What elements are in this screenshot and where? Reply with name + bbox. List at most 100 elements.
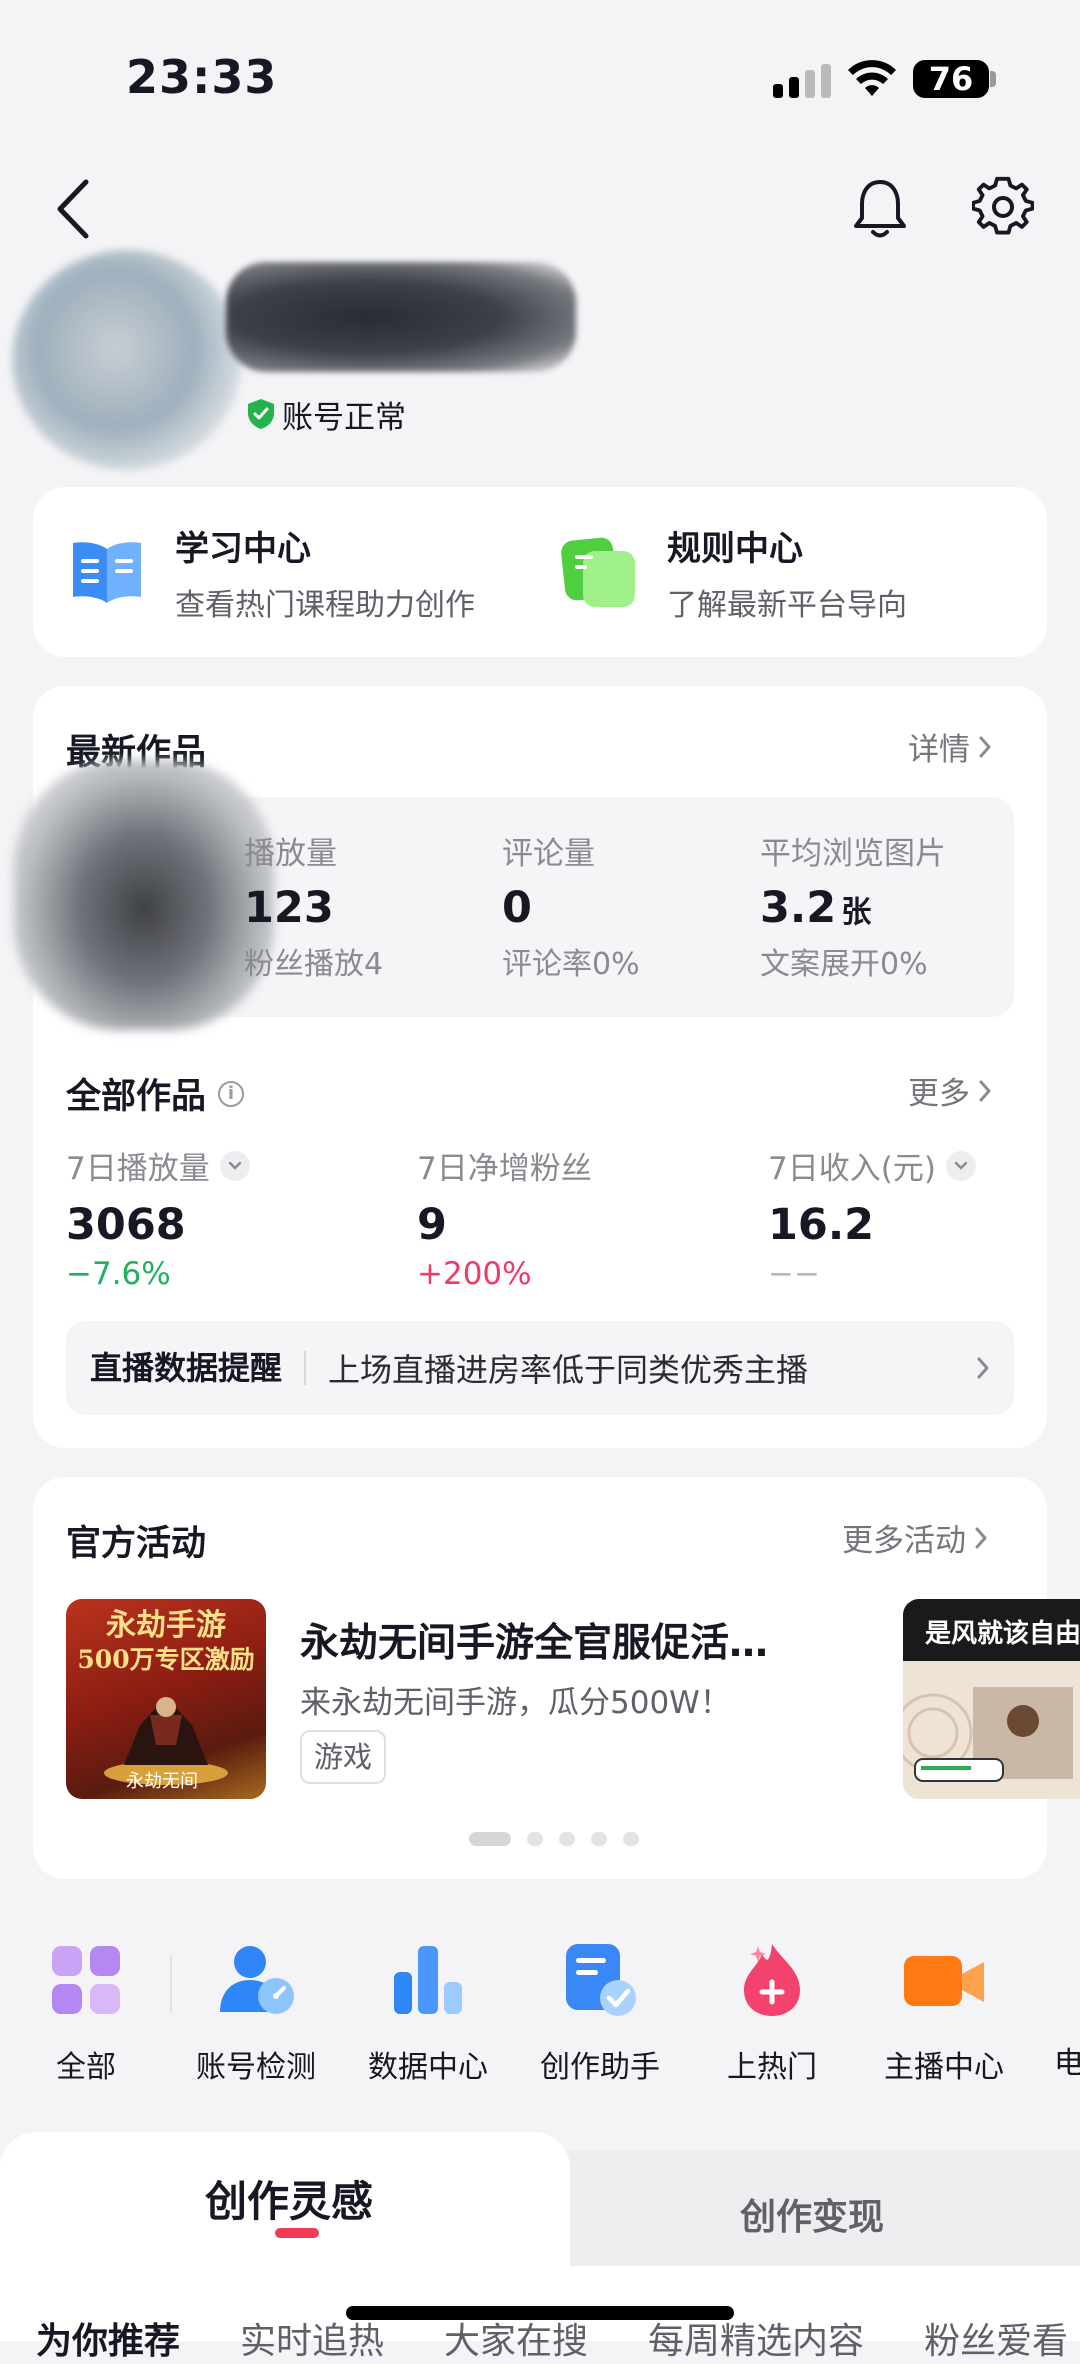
live-alert-title: 直播数据提醒 [90, 1351, 307, 1385]
metric-value: 16.2 [768, 1200, 875, 1250]
document-check-icon [566, 1944, 636, 2016]
wifi-icon [848, 60, 896, 96]
more-events-label: 更多活动 [842, 1523, 966, 1559]
event-tag: 游戏 [300, 1730, 387, 1784]
rules-center-title: 规则中心 [667, 528, 803, 569]
all-works-title: 全部作品 [66, 1077, 207, 1117]
chevron-right-icon [979, 736, 991, 757]
username-redacted [226, 262, 576, 372]
latest-work-thumbnail-redacted[interactable] [14, 760, 274, 1030]
status-time: 23:33 [126, 50, 278, 104]
account-status[interactable]: 账号正常 [246, 394, 406, 436]
chevron-down-icon[interactable] [219, 1150, 250, 1181]
pager-dot [623, 1832, 639, 1846]
metric-change: −7.6% [66, 1256, 171, 1292]
metric-label: 7日净增粉丝 [417, 1151, 592, 1187]
metric-value: 9 [417, 1200, 447, 1250]
avatar[interactable] [12, 250, 242, 470]
weekly-income[interactable]: 7日收入(元) 16.2 −− [768, 1143, 976, 1292]
events-pager [469, 1832, 639, 1846]
chevron-right-icon [975, 1527, 987, 1548]
tool-label: 电 [1054, 2046, 1080, 2081]
tool-label: 数据中心 [368, 2050, 488, 2085]
tool-streamer-center[interactable]: 主播中心 [858, 1940, 1030, 2086]
metric-sub: 粉丝播放4 [244, 947, 384, 982]
metric-sub: 评论率0% [502, 947, 640, 982]
weekly-plays[interactable]: 7日播放量 3068 −7.6% [66, 1143, 250, 1292]
info-icon[interactable]: i [218, 1080, 245, 1107]
pager-dot [559, 1832, 575, 1846]
tab-active-indicator [275, 2228, 319, 2238]
subtab-recommended[interactable]: 为你推荐 [36, 2312, 180, 2364]
chevron-right-icon [977, 1357, 989, 1379]
learning-center-title: 学习中心 [175, 528, 311, 569]
tool-account-check[interactable]: 账号检测 [170, 1940, 342, 2086]
learn-rules-card: 学习中心 查看热门课程助力创作 规则中心 了解最新平台导向 [33, 487, 1047, 657]
tool-all[interactable]: 全部 [0, 1940, 172, 2086]
bar-chart-icon [394, 1946, 462, 2014]
verified-shield-icon [248, 399, 274, 429]
learning-center-subtitle: 查看热门课程助力创作 [175, 587, 475, 623]
subtab-fans-favorite[interactable]: 粉丝爱看 [924, 2312, 1068, 2364]
open-book-icon [73, 542, 141, 603]
learning-center-entry[interactable]: 学习中心 查看热门课程助力创作 [69, 487, 475, 657]
metric-comments: 评论量 0 评论率0% [502, 828, 640, 983]
live-data-alert[interactable]: 直播数据提醒 上场直播进房率低于同类优秀主播 [66, 1321, 1014, 1415]
event-thumb-line1: 永劫手游 [106, 1608, 226, 1643]
pager-dot [591, 1832, 607, 1846]
tool-label: 上热门 [727, 2050, 817, 2085]
next-event-headline: 是风就该自由 [925, 1619, 1080, 1649]
camera-icon [904, 1956, 984, 2006]
tool-data-center[interactable]: 数据中心 [342, 1940, 514, 2086]
latest-works-details-link[interactable]: 详情 [908, 724, 992, 769]
tab-creative-monetization[interactable]: 创作变现 [740, 2188, 884, 2240]
metric-label: 7日播放量 [66, 1151, 210, 1187]
metric-change: −− [768, 1256, 820, 1292]
event-description: 来永劫无间手游，瓜分500W！ [300, 1685, 731, 1721]
tool-partial[interactable]: 电 [1030, 1940, 1080, 2082]
weekly-net-followers[interactable]: 7日净增粉丝 9 +200% [417, 1143, 592, 1292]
more-events-link[interactable]: 更多活动 [842, 1515, 988, 1560]
battery-tip [990, 71, 996, 87]
partial-icon [1030, 1940, 1080, 2020]
event-thumbnail[interactable]: 永劫手游 500万专区激励 永劫无间 [66, 1599, 266, 1799]
tool-go-trending[interactable]: 上热门 [686, 1940, 858, 2086]
cellular-signal-icon [773, 64, 831, 98]
event-thumb-headline: 永劫手游 500万专区激励 [66, 1609, 266, 1677]
event-title[interactable]: 永劫无间手游全官服促活… [300, 1612, 768, 1668]
next-event-thumbnail[interactable]: 是风就该自由 [903, 1599, 1080, 1799]
metric-change: +200% [417, 1256, 532, 1292]
tool-label: 创作助手 [540, 2050, 660, 2085]
chevron-down-icon[interactable] [945, 1150, 976, 1181]
metric-label: 评论量 [502, 836, 595, 872]
event-thumb-line2: 500万专区激励 [77, 1645, 255, 1674]
pager-dot-active [469, 1832, 511, 1846]
all-works-more-link[interactable]: 更多 [908, 1068, 992, 1113]
metric-label: 播放量 [244, 836, 337, 872]
tool-label: 主播中心 [884, 2050, 1004, 2085]
notification-bell-icon[interactable] [850, 176, 910, 242]
more-label: 更多 [908, 1076, 970, 1112]
settings-gear-icon[interactable] [972, 176, 1034, 238]
account-check-icon [220, 1946, 294, 2014]
live-alert-text: 上场直播进房率低于同类优秀主播 [328, 1351, 809, 1389]
metric-value: 3068 [66, 1200, 186, 1250]
battery-indicator: 76 [913, 60, 989, 98]
tab-creative-inspiration[interactable]: 创作灵感 [205, 2168, 373, 2229]
home-indicator [346, 2306, 734, 2320]
grid-icon [52, 1946, 120, 2014]
metric-avg-images: 平均浏览图片 3.2 张 文案展开0% [760, 828, 946, 983]
rules-center-entry[interactable]: 规则中心 了解最新平台导向 [561, 487, 907, 657]
metric-unit: 张 [841, 895, 872, 930]
metric-plays: 播放量 123 粉丝播放4 [244, 828, 383, 983]
pager-dot [527, 1832, 543, 1846]
event-thumb-logo: 永劫无间 [126, 1771, 198, 1792]
tool-creation-assistant[interactable]: 创作助手 [514, 1940, 686, 2086]
tool-label: 账号检测 [196, 2050, 316, 2085]
details-label: 详情 [908, 732, 970, 768]
back-arrow-icon[interactable] [50, 174, 96, 244]
metric-value: 0 [502, 883, 532, 933]
chevron-right-icon [979, 1080, 991, 1101]
account-status-label: 账号正常 [282, 399, 406, 436]
flame-plus-icon [744, 1944, 800, 2016]
